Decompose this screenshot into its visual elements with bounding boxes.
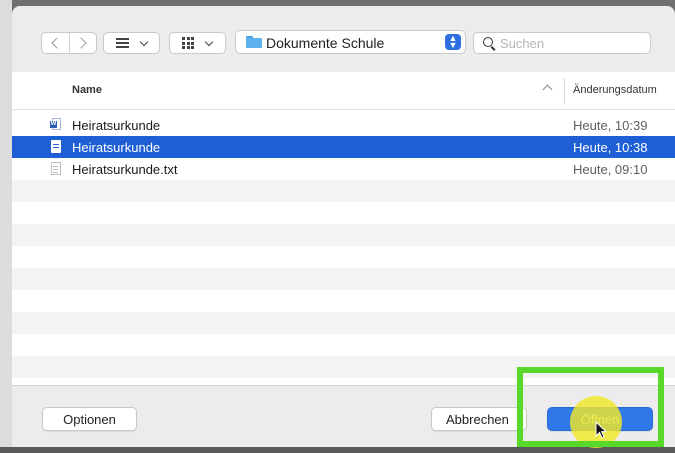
background-desktop <box>0 447 675 453</box>
pages-document-icon <box>50 140 61 153</box>
name-column-header[interactable]: Name <box>72 84 102 96</box>
search-field[interactable] <box>473 32 651 54</box>
chevron-down-icon <box>139 37 149 46</box>
file-row-selected[interactable]: Heiratsurkunde Heute, 10:38 <box>12 136 675 158</box>
mouse-pointer-icon <box>595 421 607 439</box>
list-view-icon <box>116 38 129 48</box>
empty-row <box>12 312 675 334</box>
file-date: Heute, 10:38 <box>573 140 648 155</box>
date-column-header[interactable]: Änderungsdatum <box>573 84 657 96</box>
location-label: Dokumente Schule <box>266 35 385 51</box>
forward-button[interactable] <box>69 33 96 53</box>
file-browser: Name Änderungsdatum W Heiratsurkunde Heu… <box>12 72 675 385</box>
word-document-icon: W <box>50 118 61 131</box>
dialog-toolbar: Dokumente Schule ▲ ▼ <box>12 6 675 72</box>
chevron-down-icon <box>204 37 214 46</box>
back-forward-control <box>41 32 97 54</box>
empty-row <box>12 268 675 290</box>
search-icon <box>483 37 493 47</box>
file-name: Heiratsurkunde.txt <box>72 162 178 177</box>
text-document-icon <box>50 162 61 175</box>
highlight-box <box>517 367 664 447</box>
group-by-button[interactable] <box>169 32 226 54</box>
folder-icon <box>246 36 262 48</box>
file-name: Heiratsurkunde <box>72 140 161 155</box>
empty-row <box>12 180 675 202</box>
sort-ascending-icon <box>542 84 553 95</box>
file-row[interactable]: Heiratsurkunde.txt Heute, 09:10 <box>12 158 675 180</box>
back-button[interactable] <box>42 33 70 53</box>
grid-view-icon <box>182 37 194 49</box>
file-date: Heute, 09:10 <box>573 162 648 177</box>
file-name: Heiratsurkunde <box>72 118 161 133</box>
chevron-right-icon <box>75 37 87 49</box>
column-header: Name Änderungsdatum <box>12 72 675 110</box>
file-row[interactable]: W Heiratsurkunde Heute, 10:39 <box>12 114 675 136</box>
cancel-button[interactable]: Abbrechen <box>431 407 527 431</box>
file-date: Heute, 10:39 <box>573 118 648 133</box>
empty-row <box>12 224 675 246</box>
column-divider[interactable] <box>564 78 565 104</box>
chevron-left-icon <box>51 37 63 49</box>
view-mode-list-button[interactable] <box>103 32 160 54</box>
location-popup[interactable]: Dokumente Schule ▲ ▼ <box>235 30 466 54</box>
background-window <box>0 0 12 453</box>
search-input[interactable] <box>500 35 640 51</box>
updown-chevron-icon: ▲ ▼ <box>445 34 461 50</box>
options-button[interactable]: Optionen <box>42 407 137 431</box>
